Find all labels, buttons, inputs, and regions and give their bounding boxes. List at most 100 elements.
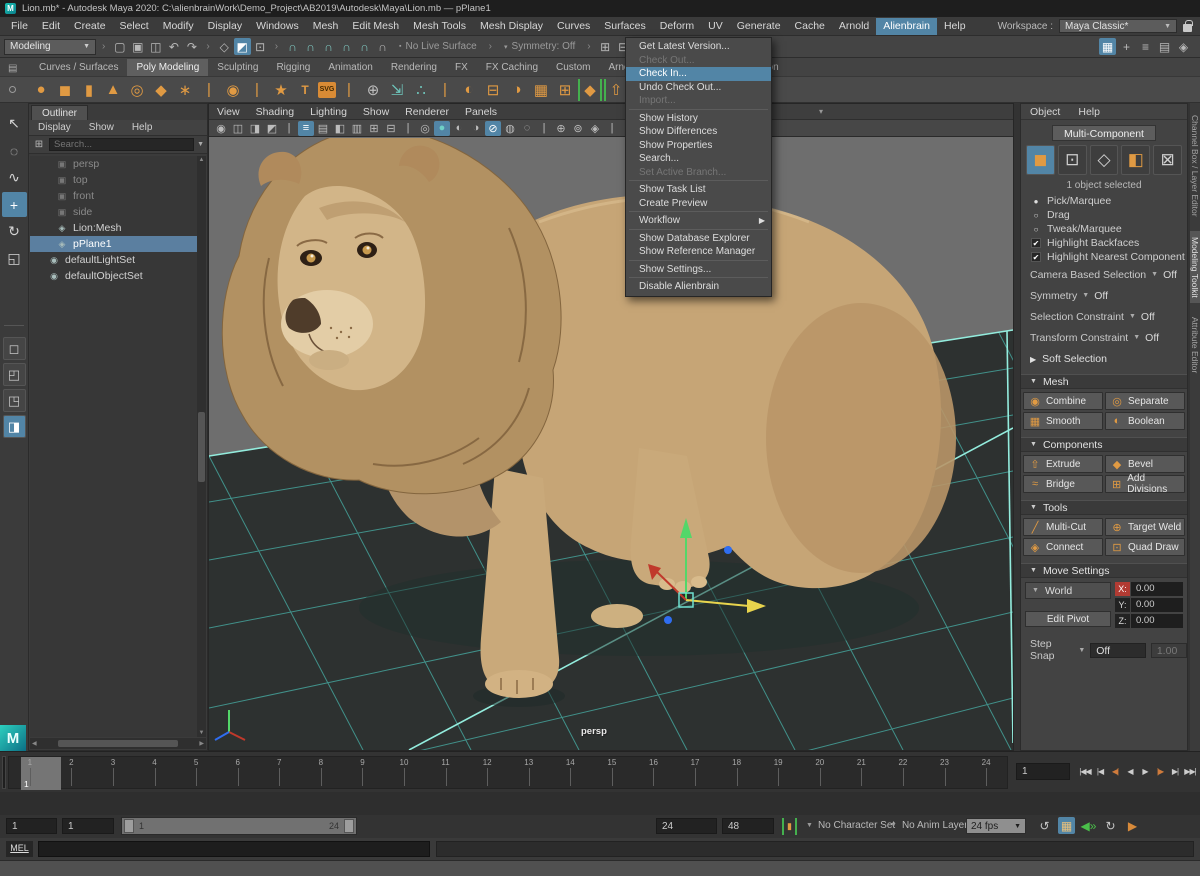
shelf-icon[interactable]: ▮: [78, 79, 100, 101]
viewport-icon[interactable]: ◩: [264, 121, 280, 136]
sidebar-vertical-tab[interactable]: Attribute Editor: [1190, 311, 1200, 379]
sidebar-toggle-icon[interactable]: ▦: [1099, 38, 1116, 55]
shelf-menu-icon[interactable]: ▤: [8, 63, 17, 74]
lock-workspace-icon[interactable]: [1183, 24, 1192, 32]
tool-icon[interactable]: ↻: [2, 219, 27, 244]
menu-item[interactable]: Display: [201, 18, 249, 35]
range-slider[interactable]: 1 24: [121, 817, 357, 835]
viewport-icon[interactable]: ▤: [315, 121, 331, 136]
menu-item[interactable]: Deform: [653, 18, 701, 35]
shelf-icon[interactable]: ⇲: [386, 79, 408, 101]
menu-item[interactable]: Generate: [730, 18, 788, 35]
shelf-icon[interactable]: ▦: [530, 79, 552, 101]
shelf-icon[interactable]: ●: [30, 79, 52, 101]
anim-layer-dropdown[interactable]: ▼ No Anim Layer: [890, 820, 968, 831]
toolkit-button[interactable]: ◉Combine: [1023, 392, 1103, 410]
snap-icon[interactable]: ∩: [320, 38, 337, 55]
alienbrain-menu-item[interactable]: Get Latest Version... ▶: [626, 40, 771, 54]
viewport-icon[interactable]: ⊞: [366, 121, 382, 136]
shelf-icon[interactable]: ⊕: [362, 79, 384, 101]
viewport-icon[interactable]: |: [400, 121, 416, 136]
viewport-icon[interactable]: ≡: [298, 121, 314, 136]
toolkit-dropdown-row[interactable]: Symmetry ▼ Off: [1021, 285, 1187, 306]
viewport-icon[interactable]: ▥: [349, 121, 365, 136]
editor-icon[interactable]: ⊞: [597, 38, 614, 55]
alienbrain-menu-item[interactable]: Show History ▶: [626, 112, 771, 126]
components-section-header[interactable]: ▼Components: [1021, 437, 1187, 452]
group-collapse-icon[interactable]: ›: [275, 41, 278, 52]
toolkit-button[interactable]: ◐Boolean: [1105, 412, 1185, 430]
alienbrain-menu-item[interactable]: Show Database Explorer ▶: [626, 232, 771, 246]
range-start-handle[interactable]: [124, 819, 134, 833]
toolkit-button[interactable]: ▦Smooth: [1023, 412, 1103, 430]
viewport-icon[interactable]: ◫: [230, 121, 246, 136]
workspace-dropdown[interactable]: Maya Classic*▼: [1059, 19, 1177, 33]
snap-icon[interactable]: ∩: [356, 38, 373, 55]
menu-item[interactable]: UV: [701, 18, 730, 35]
panel-menu-caret-icon[interactable]: ▾: [819, 107, 823, 116]
group-collapse-icon[interactable]: ›: [489, 41, 492, 52]
outliner-menu-item[interactable]: Help: [123, 122, 162, 133]
range-end-handle[interactable]: [344, 819, 354, 833]
move-settings-header[interactable]: ▼Move Settings: [1021, 563, 1187, 578]
viewport-menu-item[interactable]: Panels: [457, 106, 505, 118]
axis-orientation-dropdown[interactable]: ▼World: [1025, 582, 1111, 599]
outliner-filter-icon[interactable]: ⊞: [32, 138, 46, 152]
menu-item[interactable]: File: [4, 18, 35, 35]
viewport-icon[interactable]: ⊕: [553, 121, 569, 136]
shelf-icon[interactable]: |: [198, 79, 220, 101]
playback-button[interactable]: ◀: [1123, 761, 1137, 781]
shelf-tab[interactable]: Rendering: [382, 59, 446, 76]
playback-button[interactable]: ▶|: [1168, 761, 1182, 781]
viewport-icon[interactable]: ⊘: [485, 121, 501, 136]
toolkit-button[interactable]: ⇧Extrude: [1023, 455, 1103, 473]
viewport-icon[interactable]: ◈: [587, 121, 603, 136]
group-collapse-icon[interactable]: ›: [102, 41, 105, 52]
shelf-icon[interactable]: SVG: [318, 82, 336, 98]
alienbrain-menu-item[interactable]: Create Preview ▶: [626, 197, 771, 211]
outliner-menu-item[interactable]: Show: [80, 122, 123, 133]
shelf-icon[interactable]: |: [434, 79, 456, 101]
toolkit-button[interactable]: ◈Connect: [1023, 538, 1103, 556]
sidebar-vertical-tab[interactable]: Channel Box / Layer Editor: [1190, 109, 1200, 223]
menu-item[interactable]: Cache: [788, 18, 832, 35]
outliner-menu-item[interactable]: Display: [29, 122, 80, 133]
tool-icon[interactable]: ↖: [2, 111, 27, 136]
viewport-icon[interactable]: ◑: [468, 121, 484, 136]
time-slider-left-handle[interactable]: [2, 756, 6, 789]
viewport-icon[interactable]: |: [536, 121, 552, 136]
snap-icon[interactable]: ∩: [374, 38, 391, 55]
outliner-item[interactable]: ▣ top: [30, 172, 206, 188]
alienbrain-menu-item[interactable]: Show Task List ▶: [626, 183, 771, 197]
layout-button[interactable]: ◰: [3, 363, 26, 386]
menu-item[interactable]: Mesh Tools: [406, 18, 473, 35]
snap-icon[interactable]: ∩: [302, 38, 319, 55]
toolkit-dropdown-row[interactable]: Selection Constraint ▼ Off: [1021, 306, 1187, 327]
shelf-icon[interactable]: |: [246, 79, 268, 101]
shelf-icon[interactable]: ◐: [458, 79, 480, 101]
menu-item[interactable]: Modify: [156, 18, 201, 35]
shelf-tab[interactable]: Rigging: [267, 59, 319, 76]
menu-item[interactable]: Create: [67, 18, 113, 35]
radio-option[interactable]: ● Pick/Marquee: [1021, 194, 1187, 208]
menu-item[interactable]: Windows: [249, 18, 306, 35]
sidebar-toggle-icon[interactable]: ▤: [1156, 38, 1173, 55]
sidebar-vertical-tab[interactable]: Modeling Toolkit: [1190, 231, 1200, 304]
group-collapse-icon[interactable]: ›: [206, 41, 209, 52]
alienbrain-menu-item[interactable]: Check In... ▶: [626, 67, 771, 81]
viewport-icon[interactable]: ◎: [417, 121, 433, 136]
shelf-icon[interactable]: ◎: [126, 79, 148, 101]
playback-button[interactable]: |▶: [1153, 761, 1167, 781]
playback-button[interactable]: ▶▶|: [1183, 761, 1197, 781]
layout-button[interactable]: ◳: [3, 389, 26, 412]
alienbrain-menu-item[interactable]: Undo Check Out... ▶: [626, 81, 771, 95]
toolkit-menu-item[interactable]: Object: [1021, 106, 1069, 118]
sidebar-toggle-icon[interactable]: +: [1118, 38, 1135, 55]
symmetry-field[interactable]: ▾Symmetry: Off: [498, 39, 581, 54]
component-mode-icon[interactable]: ◧: [1121, 145, 1150, 175]
character-set-icon[interactable]: ▮: [782, 818, 797, 835]
toolkit-button[interactable]: ╱Multi-Cut: [1023, 518, 1103, 536]
step-snap-value-field[interactable]: 1.00: [1151, 643, 1187, 658]
alienbrain-menu-item[interactable]: Search... ▶: [626, 152, 771, 166]
shelf-tab[interactable]: FX: [446, 59, 477, 76]
